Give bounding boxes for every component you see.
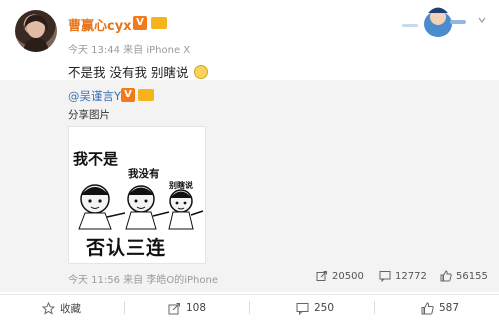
repost-stat-comments[interactable]: 12772	[379, 270, 427, 282]
favorite-label: 收藏	[60, 302, 81, 315]
meme-caption: 否认三连	[86, 237, 167, 259]
post-author-name[interactable]: 曹赢心cyx	[68, 15, 132, 34]
repost-text: 分享图片	[68, 109, 110, 121]
avatar-photo	[23, 14, 49, 52]
member-crown-icon	[138, 89, 154, 101]
repost-stat-likes-count: 56155	[456, 270, 488, 282]
thumbs-up-icon	[440, 270, 452, 282]
favorite-button[interactable]: 收藏	[42, 300, 81, 316]
member-crown-icon	[151, 17, 167, 29]
repost-meta: 今天 11:56 来自 李皓O的iPhone	[68, 275, 218, 286]
like-count: 587	[439, 302, 460, 314]
smile-emoji-icon	[194, 65, 209, 79]
repost-author-link[interactable]: @吴谨言Y	[68, 88, 121, 104]
verified-badge-icon: V	[133, 16, 147, 30]
comment-icon	[296, 302, 309, 315]
repost-button[interactable]: 108	[168, 300, 206, 316]
repost-count: 108	[186, 302, 207, 314]
post-meta: 今天 13:44 来自 iPhone X	[68, 45, 191, 56]
like-button[interactable]: 587	[421, 300, 459, 316]
verified-badge-icon: V	[121, 88, 135, 102]
post-text: 不是我 没有我 别瞎说	[68, 62, 209, 81]
meme-text-1: 我不是	[73, 150, 119, 168]
comment-button[interactable]: 250	[296, 300, 334, 316]
repost-stat-reposts[interactable]: 20500	[316, 270, 364, 282]
action-bar-divider	[0, 294, 499, 295]
post-text-content: 不是我 没有我 别瞎说	[68, 65, 189, 80]
action-separator	[374, 301, 375, 314]
star-icon	[42, 301, 55, 315]
card-decoration-icon	[402, 7, 466, 37]
repost-author-name[interactable]: @吴谨言Y	[68, 89, 121, 103]
action-separator	[124, 301, 125, 314]
comment-icon	[379, 271, 391, 282]
thumbs-up-icon	[421, 301, 434, 314]
meme-characters-illustration	[78, 184, 204, 230]
meme-image[interactable]: 我不是 我没有 别瞎说 否认三连	[68, 126, 206, 264]
chevron-down-icon[interactable]	[478, 16, 486, 24]
comment-count: 250	[314, 302, 335, 314]
action-separator	[249, 301, 250, 314]
share-icon	[316, 271, 327, 281]
repost-stat-comments-count: 12772	[395, 270, 427, 282]
avatar[interactable]	[15, 10, 57, 52]
repost-stat-reposts-count: 20500	[332, 270, 364, 282]
repost-stat-likes[interactable]: 56155	[440, 270, 488, 282]
share-icon	[168, 302, 180, 314]
